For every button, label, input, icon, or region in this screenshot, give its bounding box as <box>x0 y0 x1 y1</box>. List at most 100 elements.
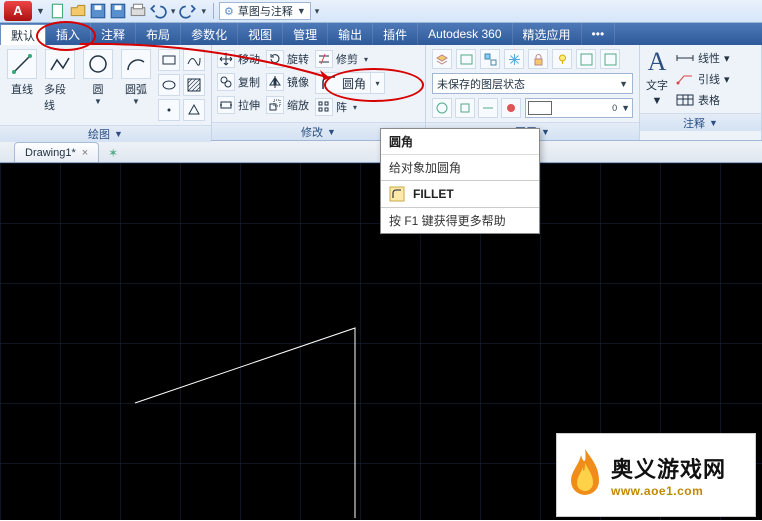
chevron-down-icon: ▼ <box>297 6 306 16</box>
array-button[interactable]: 阵▾ <box>315 97 360 117</box>
tab-manage[interactable]: 管理 <box>283 23 328 45</box>
text-button[interactable]: A 文字 ▼ <box>646 49 668 109</box>
fillet-button[interactable]: 圆角 <box>315 72 371 94</box>
trim-icon <box>315 50 333 68</box>
workspace-selector[interactable]: ⚙ 草图与注释 ▼ <box>219 2 311 20</box>
layer-lock-icon[interactable] <box>528 49 548 69</box>
panel-draw: 直线 多段线 圆▼ 圆弧▼ 绘图▼ <box>0 45 212 140</box>
tab-addins[interactable]: 插件 <box>373 23 418 45</box>
fillet-dropdown[interactable]: ▾ <box>371 72 385 94</box>
panel-modify: 移动 复制 拉伸 旋转 镜像 缩放 修剪▾ 圆角 ▾ <box>212 45 426 140</box>
panel-annotation: A 文字 ▼ 线性▾ 引线▾ 表格 注释▼ <box>640 45 762 140</box>
trim-button[interactable]: 修剪▾ <box>315 49 371 69</box>
layer-freeze-icon[interactable] <box>504 49 524 69</box>
tooltip-desc: 给对象加圆角 <box>381 155 539 180</box>
line-icon <box>7 49 37 79</box>
tab-parametric[interactable]: 参数化 <box>181 23 238 45</box>
copy-button[interactable]: 复制 <box>217 72 260 92</box>
ellipse-icon[interactable] <box>158 74 180 96</box>
redo-icon[interactable] <box>179 2 197 20</box>
new-icon[interactable] <box>49 2 67 20</box>
polyline-icon <box>45 49 75 79</box>
layer-prop-4[interactable] <box>501 98 521 118</box>
circle-button[interactable]: 圆▼ <box>82 49 114 105</box>
polyline-button[interactable]: 多段线 <box>44 49 76 113</box>
leader-button[interactable]: 引线▾ <box>676 70 730 88</box>
stretch-icon <box>217 96 235 114</box>
layer-iso-icon[interactable] <box>480 49 500 69</box>
qat-customize[interactable]: ▾ <box>313 6 322 17</box>
tab-extra[interactable]: ••• <box>582 23 616 45</box>
line-button[interactable]: 直线 <box>6 49 38 97</box>
tab-default[interactable]: 默认 <box>0 24 46 45</box>
array-icon <box>315 98 333 116</box>
panel-annot-title[interactable]: 注释▼ <box>640 113 761 131</box>
linear-dim-icon <box>676 51 694 65</box>
layer-state-select[interactable]: 未保存的图层状态▼ <box>432 73 633 94</box>
ribbon-tabs: 默认 插入 注释 布局 参数化 视图 管理 输出 插件 Autodesk 360… <box>0 23 762 45</box>
rectangle-icon[interactable] <box>158 49 180 71</box>
saveas-icon[interactable] <box>109 2 127 20</box>
workspace-label: 草图与注释 <box>238 3 293 19</box>
gear-icon: ⚙ <box>224 5 234 18</box>
open-icon[interactable] <box>69 2 87 20</box>
tooltip-help: 按 F1 键获得更多帮助 <box>381 207 539 233</box>
doc-tab-drawing1[interactable]: Drawing1* × <box>14 142 99 162</box>
app-menu-dropdown[interactable]: ▼ <box>34 6 47 16</box>
text-icon: A <box>648 49 667 75</box>
spline-icon[interactable] <box>183 49 205 71</box>
layer-more-icon[interactable] <box>600 49 620 69</box>
ribbon: 直线 多段线 圆▼ 圆弧▼ 绘图▼ <box>0 45 762 141</box>
hatch-icon[interactable] <box>183 74 205 96</box>
tab-a360[interactable]: Autodesk 360 <box>418 23 512 45</box>
plot-icon[interactable] <box>129 2 147 20</box>
tooltip-title: 圆角 <box>381 129 539 155</box>
watermark-title: 奥义游戏网 <box>611 452 726 484</box>
tab-annotate[interactable]: 注释 <box>91 23 136 45</box>
point-icon[interactable] <box>158 99 180 121</box>
save-icon[interactable] <box>89 2 107 20</box>
layer-off-icon[interactable] <box>552 49 572 69</box>
tab-view[interactable]: 视图 <box>238 23 283 45</box>
new-tab-button[interactable]: ✶ <box>103 144 123 162</box>
tab-layout[interactable]: 布局 <box>136 23 181 45</box>
tab-output[interactable]: 输出 <box>328 23 373 45</box>
app-logo[interactable]: A <box>4 1 32 21</box>
redo-dropdown[interactable]: ▾ <box>199 6 208 17</box>
watermark: 奥义游戏网 www.aoe1.com <box>556 433 756 517</box>
region-icon[interactable] <box>183 99 205 121</box>
arc-icon <box>121 49 151 79</box>
rotate-button[interactable]: 旋转 <box>266 49 309 69</box>
mirror-button[interactable]: 镜像 <box>266 72 309 92</box>
flame-icon <box>565 445 605 505</box>
layer-prop-3[interactable] <box>478 98 498 118</box>
undo-icon[interactable] <box>149 2 167 20</box>
arc-button[interactable]: 圆弧▼ <box>120 49 152 105</box>
fillet-icon <box>320 74 338 92</box>
layer-states-icon[interactable] <box>456 49 476 69</box>
tab-featured[interactable]: 精选应用 <box>513 23 582 45</box>
mirror-icon <box>266 73 284 91</box>
dimension-linear[interactable]: 线性▾ <box>676 49 730 67</box>
leader-icon <box>676 72 694 86</box>
move-button[interactable]: 移动 <box>217 49 260 69</box>
undo-dropdown[interactable]: ▾ <box>169 6 178 17</box>
scale-button[interactable]: 缩放 <box>266 95 309 115</box>
table-button[interactable]: 表格 <box>676 91 730 109</box>
tab-insert[interactable]: 插入 <box>46 23 91 45</box>
layer-current-select[interactable]: 0 ▼ <box>525 98 633 118</box>
stretch-button[interactable]: 拉伸 <box>217 95 260 115</box>
command-icon <box>389 186 405 202</box>
draw-small-tools <box>158 49 205 121</box>
quick-access-toolbar: A ▼ ▾ ▾ ⚙ 草图与注释 ▼ ▾ <box>0 0 762 23</box>
circle-icon <box>83 49 113 79</box>
close-tab-icon[interactable]: × <box>82 147 88 159</box>
panel-draw-title[interactable]: 绘图▼ <box>0 125 211 142</box>
layer-properties-icon[interactable] <box>432 49 452 69</box>
layer-prop-2[interactable] <box>455 98 475 118</box>
fillet-tooltip: 圆角 给对象加圆角 FILLET 按 F1 键获得更多帮助 <box>380 128 540 234</box>
layer-prop-1[interactable] <box>432 98 452 118</box>
copy-icon <box>217 73 235 91</box>
layer-match-icon[interactable] <box>576 49 596 69</box>
panel-layers: 未保存的图层状态▼ 0 ▼ 图层▼ <box>426 45 640 140</box>
